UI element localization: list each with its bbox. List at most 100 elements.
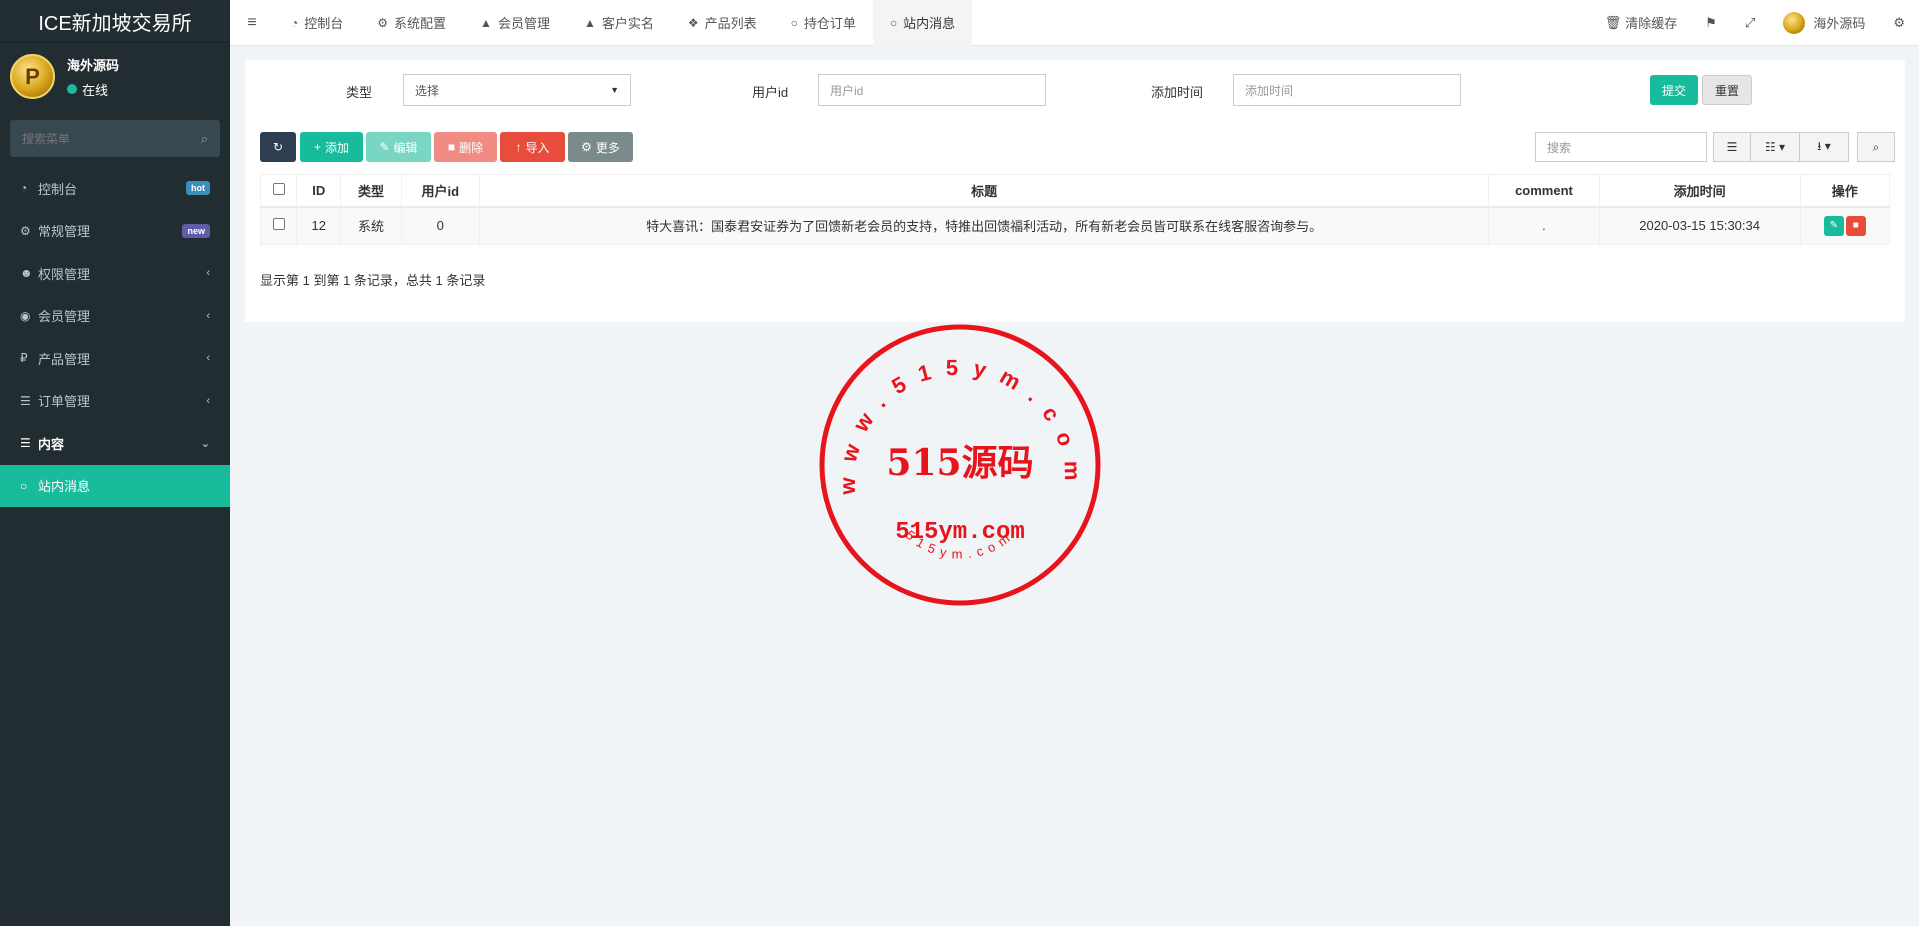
select-all-checkbox[interactable]	[272, 182, 285, 195]
tab-products[interactable]: ❖ 产品列表	[671, 0, 774, 46]
tab-label: 站内消息	[903, 16, 956, 31]
language-icon[interactable]: ⚑	[1691, 15, 1731, 31]
toggle-view-button[interactable]: ☰	[1713, 132, 1751, 162]
brand-logo[interactable]: ICE新加坡交易所	[0, 0, 230, 43]
hot-badge: hot	[186, 181, 210, 196]
type-label: 类型	[346, 85, 373, 100]
user-icon: ▲	[583, 15, 596, 30]
circle-icon: ○	[20, 478, 28, 493]
tab-members[interactable]: ▲ 会员管理	[463, 0, 567, 46]
export-button[interactable]: ⭳ ▾	[1799, 132, 1849, 162]
pencil-icon: ✎	[379, 140, 390, 154]
type-select[interactable]: 选择 ▼	[403, 74, 631, 106]
user-panel: P 海外源码 在线	[0, 43, 230, 110]
table-search-input[interactable]: 搜索	[1535, 132, 1707, 162]
trash-icon: ■	[1852, 219, 1859, 231]
table-search-placeholder: 搜索	[1547, 140, 1572, 155]
nav-user-name: 海外源码	[1813, 16, 1866, 31]
circle-icon: ○	[889, 15, 898, 30]
userid-label: 用户id	[752, 85, 789, 100]
row-delete-button[interactable]: ■	[1845, 215, 1866, 236]
ruble-icon: ₽	[20, 351, 28, 366]
menu-toggle-icon[interactable]: ≡	[230, 14, 274, 32]
pagination-summary: 显示第 1 到第 1 条记录，总共 1 条记录	[260, 273, 486, 288]
sidebar-item-messages[interactable]: ○ 站内消息	[0, 464, 230, 507]
dashboard-icon: ◔	[20, 181, 28, 196]
list-icon: ☰	[20, 393, 31, 408]
avatar: P	[10, 54, 55, 99]
sidebar-item-label: 内容	[38, 436, 65, 452]
clear-cache-button[interactable]: 🗑︎ 清除缓存	[1591, 13, 1692, 32]
userid-input[interactable]: 用户id	[818, 74, 1046, 106]
advanced-search-button[interactable]: ⌕	[1857, 132, 1895, 162]
row-checkbox[interactable]	[272, 218, 285, 231]
fullscreen-icon[interactable]: ⤢	[1731, 15, 1769, 31]
cell-id: 12	[296, 206, 342, 245]
sidebar-item-orders[interactable]: ☰ 订单管理 ‹	[0, 380, 230, 423]
col-type[interactable]: 类型	[340, 174, 402, 208]
download-icon: ⭳ ▾	[1817, 138, 1831, 153]
clear-cache-label: 清除缓存	[1625, 16, 1678, 31]
edit-button[interactable]: ✎ 编辑	[366, 132, 431, 162]
tab-dashboard[interactable]: ◔ 控制台	[274, 0, 360, 46]
user-status-label: 在线	[82, 82, 109, 98]
col-title[interactable]: 标题	[478, 174, 1490, 208]
delete-button[interactable]: ■ 删除	[434, 132, 497, 162]
user-circle-icon: ◉	[20, 308, 31, 323]
sidebar-item-general[interactable]: ⚙ 常规管理 new	[0, 210, 230, 253]
gear-icon: ⚙	[581, 140, 592, 154]
sidebar: ICE新加坡交易所 P 海外源码 在线 ⌕ ◔ 控制台 hot ⚙ 常规管理 n…	[0, 0, 230, 926]
sidebar-item-label: 订单管理	[38, 394, 91, 410]
more-button[interactable]: ⚙ 更多	[568, 132, 633, 162]
sidebar-item-label: 控制台	[38, 181, 78, 197]
watermark-stamp: www.515ym.com 515源码 515ym.com 515ym.com	[819, 324, 1101, 606]
content-panel: 类型 选择 ▼ 用户id 用户id 添加时间 添加时间 提交 重置 ↻ + 添加 …	[245, 60, 1905, 322]
search-icon[interactable]: ⌕	[201, 131, 208, 147]
sidebar-item-label: 站内消息	[38, 479, 91, 495]
refresh-button[interactable]: ↻	[260, 132, 296, 162]
col-time[interactable]: 添加时间	[1598, 174, 1801, 208]
cell-time: 2020-03-15 15:30:34	[1598, 206, 1801, 245]
col-id[interactable]: ID	[296, 174, 342, 208]
avatar	[1783, 11, 1806, 34]
chevron-left-icon: ‹	[206, 309, 210, 322]
sidebar-item-permissions[interactable]: ☻ 权限管理 ‹	[0, 252, 230, 295]
messages-table: ID 类型 用户id 标题 comment 添加时间 操作 12 系统 0 特大…	[259, 174, 1891, 245]
select-all-cell	[259, 174, 298, 208]
sidebar-item-content[interactable]: ☰ 内容 ⌄	[0, 422, 230, 465]
row-edit-button[interactable]: ✎	[1823, 215, 1844, 236]
reset-button[interactable]: 重置	[1702, 75, 1752, 105]
caret-down-icon: ▼	[610, 85, 619, 95]
sidebar-item-label: 常规管理	[38, 224, 91, 240]
sidebar-item-members[interactable]: ◉ 会员管理 ‹	[0, 295, 230, 338]
user-menu[interactable]: 海外源码	[1769, 11, 1879, 34]
refresh-icon: ↻	[272, 140, 284, 154]
sidebar-item-dashboard[interactable]: ◔ 控制台 hot	[0, 167, 230, 210]
import-button[interactable]: ↑ 导入	[500, 132, 565, 162]
delete-label: 删除	[459, 140, 484, 155]
cell-type: 系统	[340, 206, 402, 245]
tab-messages[interactable]: ○ 站内消息	[872, 0, 973, 46]
import-label: 导入	[525, 140, 550, 155]
menu-search-input[interactable]	[22, 131, 201, 146]
columns-button[interactable]: ☷ ▾	[1750, 132, 1800, 162]
tab-positions[interactable]: ○ 持仓订单	[774, 0, 873, 46]
submit-button[interactable]: 提交	[1650, 75, 1698, 105]
new-badge: new	[182, 223, 210, 238]
cell-userid: 0	[400, 206, 480, 245]
tab-real-name[interactable]: ▲ 客户实名	[567, 0, 671, 46]
user-name: 海外源码	[67, 57, 120, 73]
add-button[interactable]: + 添加	[300, 132, 363, 162]
col-comment[interactable]: comment	[1488, 174, 1600, 208]
settings-icon[interactable]: ⚙	[1879, 15, 1919, 31]
sidebar-item-label: 产品管理	[38, 351, 91, 367]
tab-system-config[interactable]: ⚙ 系统配置	[360, 0, 463, 46]
type-select-value: 选择	[415, 83, 440, 98]
col-userid[interactable]: 用户id	[400, 174, 480, 208]
nav-tabs: ◔ 控制台 ⚙ 系统配置 ▲ 会员管理 ▲ 客户实名 ❖ 产品列表 ○ 持仓订单 ○ 站内消息	[274, 0, 973, 46]
tab-label: 持仓订单	[803, 16, 856, 31]
sidebar-item-products[interactable]: ₽ 产品管理 ‹	[0, 337, 230, 380]
group-icon: ☻	[20, 266, 33, 281]
time-input[interactable]: 添加时间	[1233, 74, 1461, 106]
top-navbar: ≡ ◔ 控制台 ⚙ 系统配置 ▲ 会员管理 ▲ 客户实名 ❖ 产品列表 ○ 持仓订单 ○ 站内…	[230, 0, 1919, 46]
